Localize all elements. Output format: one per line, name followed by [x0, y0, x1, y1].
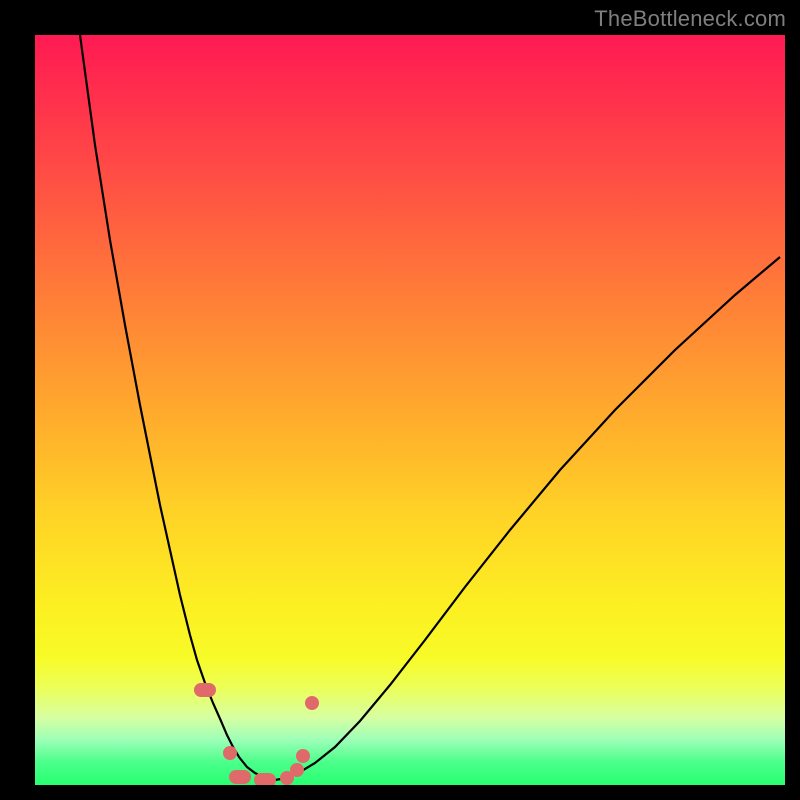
curve-marker — [223, 746, 237, 760]
bottleneck-curve — [35, 35, 785, 785]
watermark-text: TheBottleneck.com — [594, 6, 786, 32]
curve-marker — [296, 749, 310, 763]
curve-marker — [254, 773, 276, 785]
curve-marker — [305, 696, 319, 710]
curve-marker — [229, 770, 251, 784]
plot-area — [35, 35, 785, 785]
curve-marker — [194, 683, 216, 697]
curve-marker — [290, 763, 304, 777]
chart-frame: TheBottleneck.com — [0, 0, 800, 800]
